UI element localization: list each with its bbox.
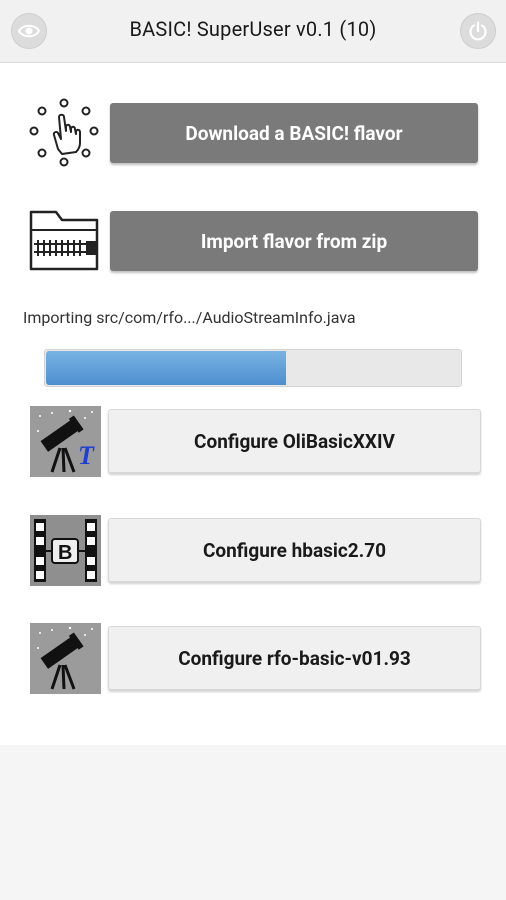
configure-flavor-button[interactable]: Configure rfo-basic-v01.93	[108, 626, 481, 690]
download-flavor-button[interactable]: Download a BASIC! flavor	[110, 103, 478, 163]
telescope-icon	[30, 623, 101, 694]
app-header: BASIC! SuperUser v0.1 (10)	[0, 0, 506, 63]
power-icon	[469, 21, 487, 41]
zip-folder-icon	[28, 208, 100, 272]
main-content: Download a BASIC! flavor Import flavor f…	[0, 63, 506, 745]
import-status-text: Importing src/com/rfo.../AudioStreamInfo…	[23, 308, 356, 327]
progress-fill	[46, 351, 286, 385]
svg-text:B: B	[58, 542, 72, 564]
telescope-t-icon: T	[30, 406, 101, 477]
tap-hand-icon	[28, 97, 100, 169]
page-title: BASIC! SuperUser v0.1 (10)	[129, 17, 377, 41]
svg-text:T: T	[78, 441, 95, 470]
configure-flavor-button[interactable]: Configure hbasic2.70	[108, 518, 481, 582]
configure-flavor-button[interactable]: Configure OliBasicXXIV	[108, 409, 481, 473]
empty-area	[0, 745, 506, 900]
import-zip-button[interactable]: Import flavor from zip	[110, 211, 478, 271]
hbasic-b-icon: B	[30, 515, 101, 586]
import-progress-bar	[44, 349, 462, 387]
power-button[interactable]	[460, 13, 496, 49]
